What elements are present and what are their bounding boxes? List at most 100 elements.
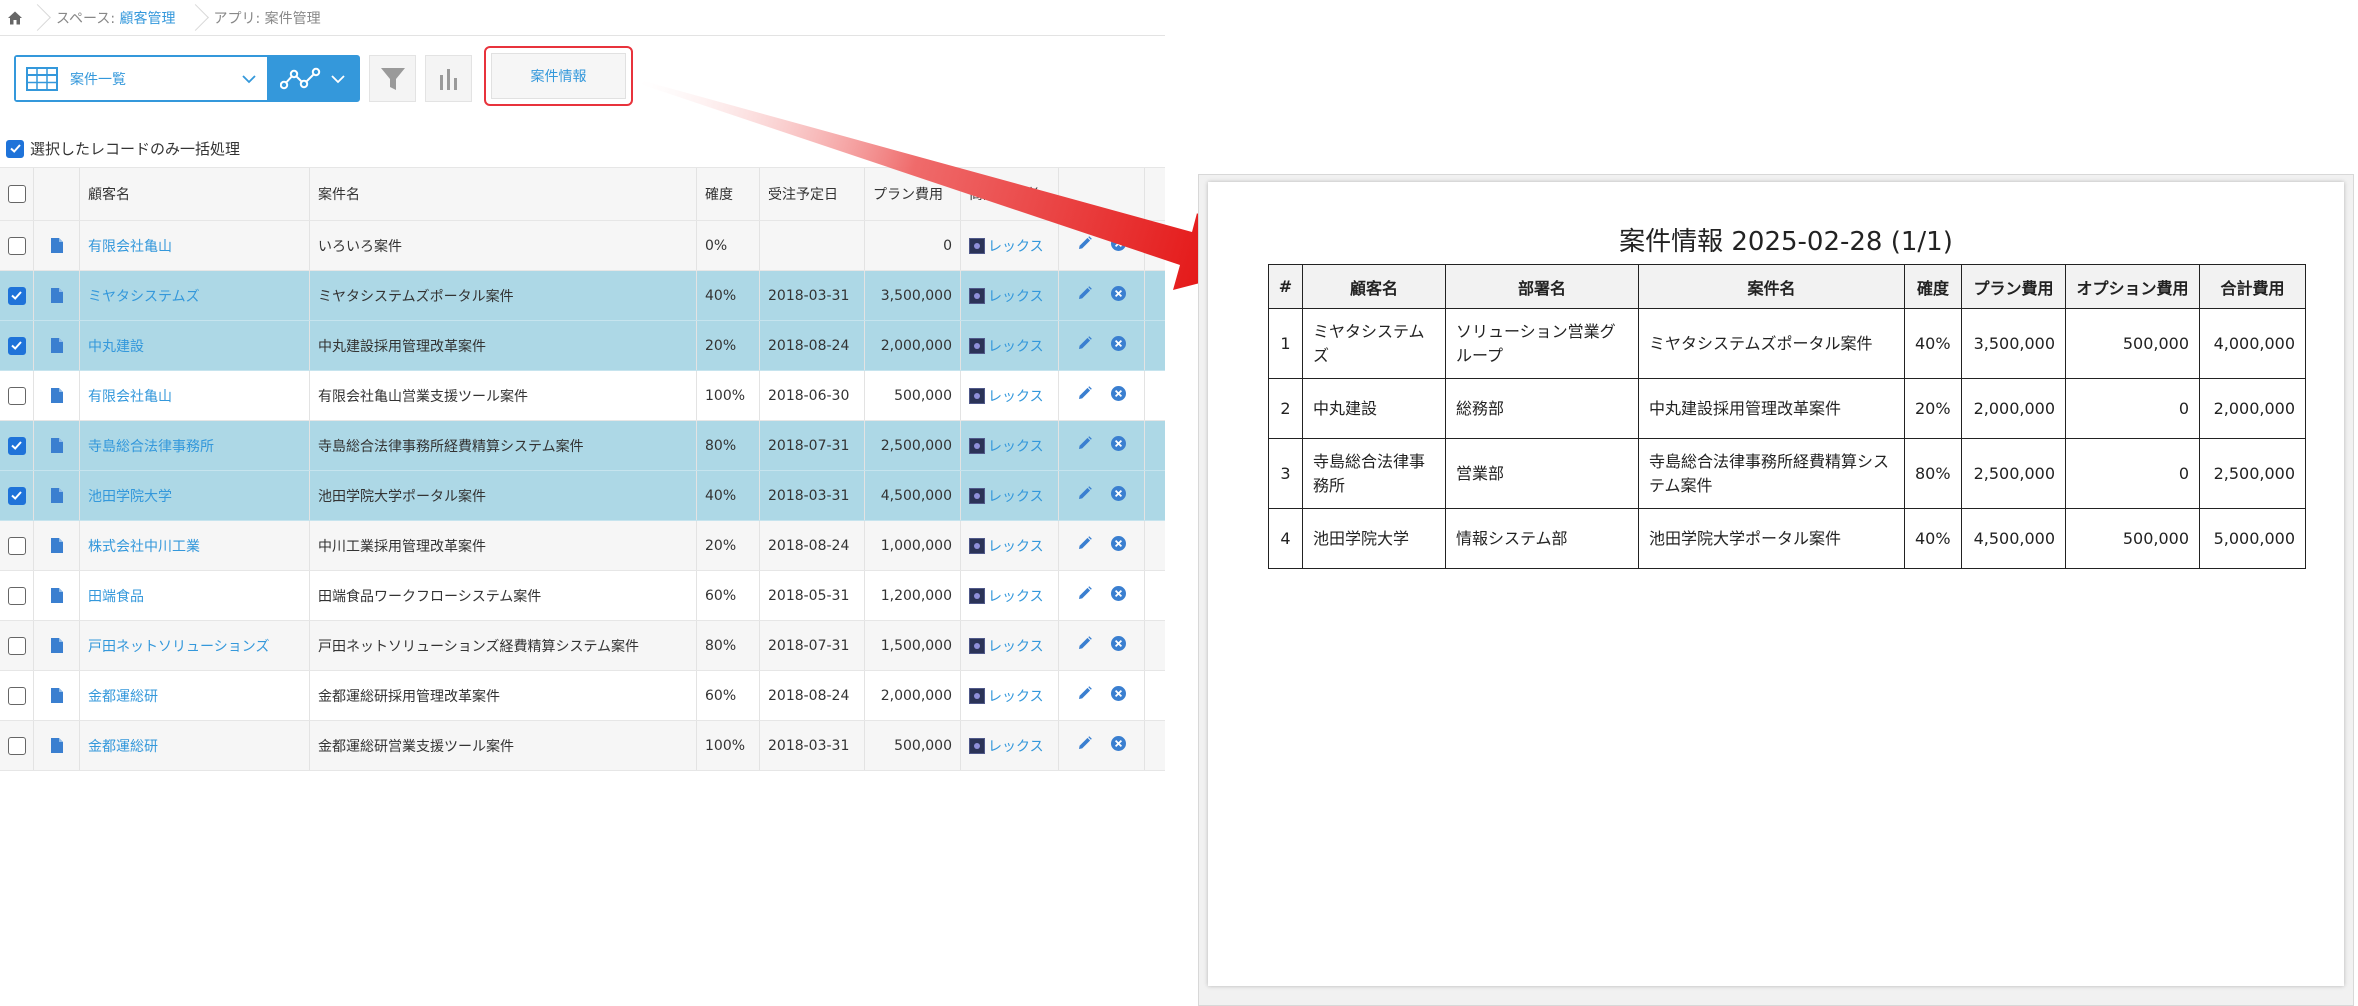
row-checkbox[interactable] (7, 436, 26, 455)
record-detail-icon[interactable] (34, 421, 80, 470)
staff-name[interactable]: レックス (988, 536, 1044, 556)
edit-icon[interactable] (1076, 585, 1093, 606)
table-row[interactable]: 中丸建設 中丸建設採用管理改革案件 20% 2018-08-24 2,000,000 レッ… (0, 321, 1165, 371)
staff-name[interactable]: レックス (988, 636, 1044, 656)
customer-name-link[interactable]: 株式会社中川工業 (80, 521, 310, 570)
table-row[interactable]: 株式会社中川工業 中川工業採用管理改革案件 20% 2018-08-24 1,000,0… (0, 521, 1165, 571)
delete-icon[interactable] (1110, 735, 1127, 756)
row-checkbox[interactable] (7, 336, 26, 355)
column-header-order-date[interactable]: 受注予定日 (760, 168, 865, 220)
edit-icon[interactable] (1076, 385, 1093, 406)
staff-cell[interactable]: レックス (961, 621, 1059, 670)
record-detail-icon[interactable] (34, 321, 80, 370)
breadcrumb-space[interactable]: スペース: 顧客管理 (44, 8, 188, 28)
staff-name[interactable]: レックス (988, 386, 1044, 406)
column-header-staff[interactable]: 商談担当者 (961, 168, 1059, 220)
row-checkbox[interactable] (7, 386, 26, 405)
staff-cell[interactable]: レックス (961, 221, 1059, 270)
row-checkbox[interactable] (7, 486, 26, 505)
table-row[interactable]: 金都運総研 金都運総研採用管理改革案件 60% 2018-08-24 2,000,000… (0, 671, 1165, 721)
delete-icon[interactable] (1110, 385, 1127, 406)
staff-cell[interactable]: レックス (961, 521, 1059, 570)
table-row[interactable]: 有限会社亀山 有限会社亀山営業支援ツール案件 100% 2018-06-30 500,0… (0, 371, 1165, 421)
staff-name[interactable]: レックス (988, 286, 1044, 306)
record-detail-icon[interactable] (34, 371, 80, 420)
staff-name[interactable]: レックス (988, 236, 1044, 256)
table-row[interactable]: 田端食品 田端食品ワークフローシステム案件 60% 2018-05-31 1,200,0… (0, 571, 1165, 621)
view-dropdown[interactable]: 案件一覧 (16, 57, 267, 100)
delete-icon[interactable] (1110, 685, 1127, 706)
staff-cell[interactable]: レックス (961, 371, 1059, 420)
delete-icon[interactable] (1110, 235, 1127, 256)
customer-name-link[interactable]: ミヤタシステムズ (80, 271, 310, 320)
staff-name[interactable]: レックス (988, 336, 1044, 356)
bulk-checkbox[interactable] (6, 139, 24, 158)
row-checkbox[interactable] (7, 236, 26, 255)
customer-name-link[interactable]: 池田学院大学 (80, 471, 310, 520)
delete-icon[interactable] (1110, 635, 1127, 656)
staff-cell[interactable]: レックス (961, 421, 1059, 470)
filter-button[interactable] (369, 55, 416, 102)
table-row[interactable]: 有限会社亀山 いろいろ案件 0% 0 レックス (0, 221, 1165, 271)
delete-icon[interactable] (1110, 285, 1127, 306)
staff-cell[interactable]: レックス (961, 471, 1059, 520)
column-header-plan-fee[interactable]: プラン費用 (865, 168, 961, 220)
graph-view-dropdown[interactable] (267, 57, 358, 100)
edit-icon[interactable] (1076, 485, 1093, 506)
view-selector[interactable]: 案件一覧 (14, 55, 360, 102)
customer-name-link[interactable]: 寺島総合法律事務所 (80, 421, 310, 470)
staff-cell[interactable]: レックス (961, 271, 1059, 320)
table-row[interactable]: 戸田ネットソリューションズ 戸田ネットソリューションズ経費精算システム案件 80% 2… (0, 621, 1165, 671)
table-row[interactable]: 金都運総研 金都運総研営業支援ツール案件 100% 2018-03-31 500,000… (0, 721, 1165, 771)
edit-icon[interactable] (1076, 635, 1093, 656)
table-row[interactable]: ミヤタシステムズ ミヤタシステムズポータル案件 40% 2018-03-31 3,500… (0, 271, 1165, 321)
graph-button[interactable] (425, 55, 472, 102)
staff-name[interactable]: レックス (988, 436, 1044, 456)
customer-name-link[interactable]: 有限会社亀山 (80, 221, 310, 270)
edit-icon[interactable] (1076, 335, 1093, 356)
table-row[interactable]: 寺島総合法律事務所 寺島総合法律事務所経費精算システム案件 80% 2018-07-3… (0, 421, 1165, 471)
delete-icon[interactable] (1110, 535, 1127, 556)
delete-icon[interactable] (1110, 485, 1127, 506)
row-checkbox[interactable] (7, 686, 26, 705)
select-all-checkbox[interactable] (7, 185, 26, 203)
edit-icon[interactable] (1076, 435, 1093, 456)
column-header-probability[interactable]: 確度 (697, 168, 760, 220)
record-detail-icon[interactable] (34, 271, 80, 320)
edit-icon[interactable] (1076, 735, 1093, 756)
column-header-case[interactable]: 案件名 (310, 168, 697, 220)
row-checkbox[interactable] (7, 286, 26, 305)
row-checkbox[interactable] (7, 636, 26, 655)
record-detail-icon[interactable] (34, 521, 80, 570)
staff-name[interactable]: レックス (988, 736, 1044, 756)
customer-name-link[interactable]: 有限会社亀山 (80, 371, 310, 420)
row-checkbox[interactable] (7, 536, 26, 555)
record-detail-icon[interactable] (34, 621, 80, 670)
staff-cell[interactable]: レックス (961, 671, 1059, 720)
edit-icon[interactable] (1076, 285, 1093, 306)
delete-icon[interactable] (1110, 585, 1127, 606)
staff-cell[interactable]: レックス (961, 571, 1059, 620)
record-detail-icon[interactable] (34, 671, 80, 720)
staff-cell[interactable]: レックス (961, 321, 1059, 370)
staff-name[interactable]: レックス (988, 686, 1044, 706)
edit-icon[interactable] (1076, 535, 1093, 556)
delete-icon[interactable] (1110, 335, 1127, 356)
customer-name-link[interactable]: 田端食品 (80, 571, 310, 620)
record-detail-icon[interactable] (34, 571, 80, 620)
bulk-process-option[interactable]: 選択したレコードのみ一括処理 (6, 138, 240, 159)
record-detail-icon[interactable] (34, 721, 80, 770)
delete-icon[interactable] (1110, 435, 1127, 456)
customer-name-link[interactable]: 中丸建設 (80, 321, 310, 370)
customer-name-link[interactable]: 金都運総研 (80, 671, 310, 720)
edit-icon[interactable] (1076, 235, 1093, 256)
record-detail-icon[interactable] (34, 471, 80, 520)
record-detail-icon[interactable] (34, 221, 80, 270)
row-checkbox[interactable] (7, 586, 26, 605)
breadcrumb-space-link[interactable]: 顧客管理 (120, 11, 176, 27)
staff-cell[interactable]: レックス (961, 721, 1059, 770)
customer-name-link[interactable]: 金都運総研 (80, 721, 310, 770)
column-header-customer[interactable]: 顧客名 (80, 168, 310, 220)
row-checkbox[interactable] (7, 736, 26, 755)
table-row[interactable]: 池田学院大学 池田学院大学ポータル案件 40% 2018-03-31 4,500,000… (0, 471, 1165, 521)
